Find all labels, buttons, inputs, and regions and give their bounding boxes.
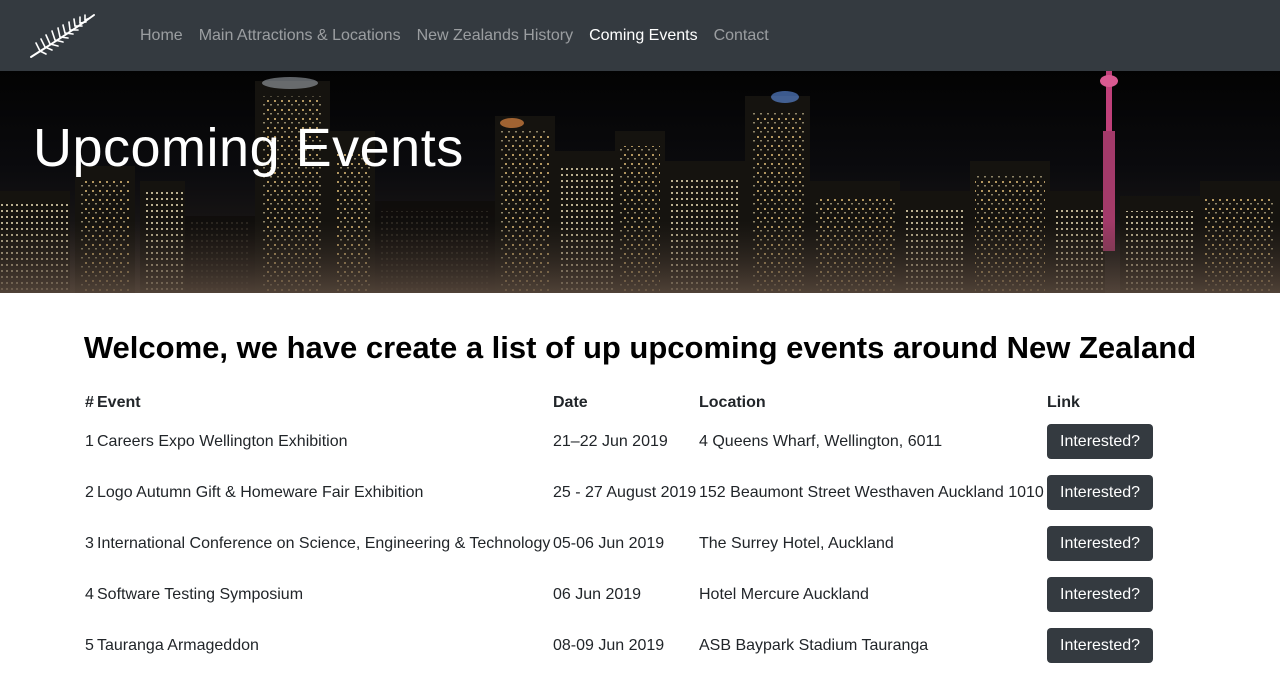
- row-link-cell: Interested?: [1047, 518, 1167, 569]
- nav-coming-events[interactable]: Coming Events: [581, 27, 706, 45]
- header-location: Location: [699, 394, 766, 411]
- row-num: 1: [85, 432, 94, 450]
- row-date: 08-09 Jun 2019: [553, 636, 665, 654]
- row-event: Software Testing Symposium: [97, 585, 304, 603]
- row-num: 5: [85, 636, 94, 654]
- interested-button[interactable]: Interested?: [1047, 475, 1154, 510]
- table-row: 4 Software Testing Symposium 06 Jun 2019…: [85, 569, 1167, 620]
- header-link: Link: [1047, 394, 1080, 411]
- interested-button[interactable]: Interested?: [1047, 628, 1154, 663]
- row-link-cell: Interested?: [1047, 416, 1167, 467]
- interested-button[interactable]: Interested?: [1047, 577, 1154, 612]
- row-link-cell: Interested?: [1047, 569, 1167, 620]
- row-date: 21–22 Jun 2019: [553, 432, 668, 450]
- nav-main-attractions[interactable]: Main Attractions & Locations: [191, 27, 409, 45]
- welcome-heading: Welcome, we have create a list of up upc…: [83, 330, 1197, 365]
- navbar: Home Main Attractions & Locations New Ze…: [0, 0, 1280, 71]
- interested-button[interactable]: Interested?: [1047, 424, 1154, 459]
- row-link-cell: Interested?: [1047, 620, 1167, 671]
- row-num: 4: [85, 585, 94, 603]
- row-link-cell: Interested?: [1047, 467, 1167, 518]
- table-row: 1 Careers Expo Wellington Exhibition 21–…: [85, 416, 1167, 467]
- nav-links: Home Main Attractions & Locations New Ze…: [132, 0, 777, 71]
- hero-banner: Upcoming Events: [0, 71, 1280, 293]
- header-date: Date: [553, 394, 588, 411]
- nav-home[interactable]: Home: [132, 27, 191, 45]
- row-event: Logo Autumn Gift & Homeware Fair Exhibit…: [97, 483, 424, 501]
- interested-button[interactable]: Interested?: [1047, 526, 1154, 561]
- row-date: 05-06 Jun 2019: [553, 534, 665, 552]
- row-location: The Surrey Hotel, Auckland: [699, 534, 894, 552]
- row-location: Hotel Mercure Auckland: [699, 585, 869, 603]
- row-location: 152 Beaumont Street Westhaven Auckland 1…: [699, 483, 1044, 501]
- nav-contact[interactable]: Contact: [706, 27, 777, 45]
- row-location: ASB Baypark Stadium Tauranga: [699, 636, 929, 654]
- table-row: 3 International Conference on Science, E…: [85, 518, 1167, 569]
- row-date: 25 - 27 August 2019: [553, 483, 697, 501]
- row-event: Tauranga Armageddon: [97, 636, 259, 654]
- row-date: 06 Jun 2019: [553, 585, 642, 603]
- table-header-row: # Event Date Location Link: [85, 390, 1167, 416]
- events-table: # Event Date Location Link 1 Careers Exp…: [85, 390, 1167, 671]
- header-event: Event: [97, 394, 141, 411]
- row-event: Careers Expo Wellington Exhibition: [97, 432, 348, 450]
- row-num: 2: [85, 483, 94, 501]
- city-skyline-image: [0, 71, 1280, 293]
- header-num: #: [85, 394, 94, 411]
- table-row: 2 Logo Autumn Gift & Homeware Fair Exhib…: [85, 467, 1167, 518]
- row-event: International Conference on Science, Eng…: [97, 534, 551, 552]
- nav-history[interactable]: New Zealands History: [409, 27, 582, 45]
- row-num: 3: [85, 534, 94, 552]
- silver-fern-icon[interactable]: [28, 12, 98, 60]
- row-location: 4 Queens Wharf, Wellington, 6011: [699, 432, 943, 450]
- table-row: 5 Tauranga Armageddon 08-09 Jun 2019 ASB…: [85, 620, 1167, 671]
- hero-title: Upcoming Events: [33, 118, 464, 178]
